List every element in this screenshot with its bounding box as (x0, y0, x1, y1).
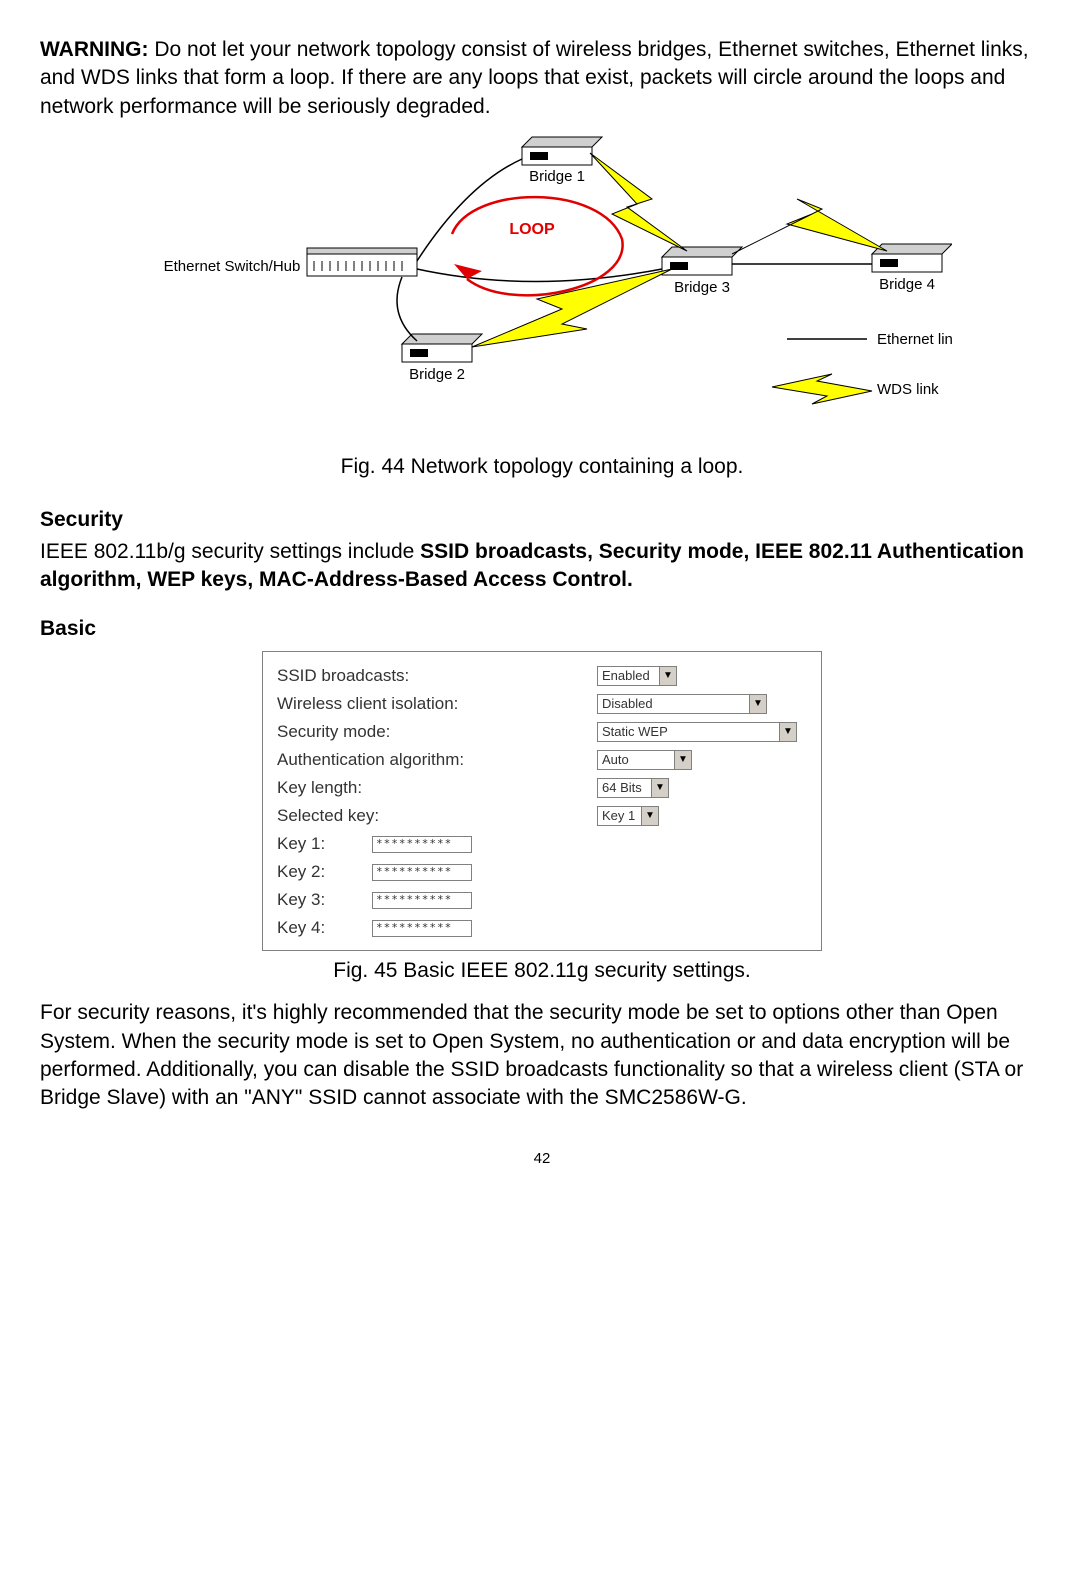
wireless-isolation-select[interactable]: Disabled ▼ (597, 694, 767, 714)
bridge-1-icon: Bridge 1 (522, 137, 602, 185)
ssid-broadcasts-select[interactable]: Enabled ▼ (597, 666, 677, 686)
basic-settings-form: SSID broadcasts: Enabled ▼ Wireless clie… (262, 651, 822, 951)
fig44-caption: Fig. 44 Network topology containing a lo… (40, 453, 1044, 481)
security-intro-a: IEEE 802.11b/g security settings include (40, 540, 420, 563)
closing-paragraph: For security reasons, it's highly recomm… (40, 999, 1044, 1112)
selected-key-select[interactable]: Key 1 ▼ (597, 806, 659, 826)
chevron-down-icon: ▼ (674, 751, 691, 769)
security-intro: IEEE 802.11b/g security settings include… (40, 538, 1044, 595)
ssid-broadcasts-label: SSID broadcasts: (277, 665, 437, 688)
bridge-3-label: Bridge 3 (674, 279, 730, 296)
basic-heading: Basic (40, 615, 1044, 643)
security-heading: Security (40, 506, 1044, 534)
key3-input[interactable]: ********** (372, 892, 472, 909)
key4-label: Key 4: (277, 917, 372, 940)
bridge-1-label: Bridge 1 (529, 168, 585, 185)
auth-algorithm-label: Authentication algorithm: (277, 749, 597, 772)
warning-text: Do not let your network topology consist… (40, 38, 1029, 118)
page-number: 42 (40, 1149, 1044, 1169)
chevron-down-icon: ▼ (641, 807, 658, 825)
fig45-caption: Fig. 45 Basic IEEE 802.11g security sett… (40, 957, 1044, 985)
bridge-2-icon: Bridge 2 (402, 334, 482, 383)
network-topology-diagram: Ethernet Switch/Hub Bridge 1 Bridge 3 Br… (132, 129, 952, 447)
chevron-down-icon: ▼ (651, 779, 668, 797)
key2-label: Key 2: (277, 861, 372, 884)
bridge-4-icon: Bridge 4 (872, 244, 952, 293)
security-mode-label: Security mode: (277, 721, 597, 744)
legend-ethernet-link: Ethernet link (877, 331, 952, 348)
key-length-label: Key length: (277, 777, 597, 800)
legend-wds-link: WDS link (877, 381, 939, 398)
bridge-4-label: Bridge 4 (879, 276, 935, 293)
loop-label: LOOP (509, 221, 555, 238)
key1-label: Key 1: (277, 833, 372, 856)
key4-input[interactable]: ********** (372, 920, 472, 937)
key2-input[interactable]: ********** (372, 864, 472, 881)
key1-input[interactable]: ********** (372, 836, 472, 853)
key3-label: Key 3: (277, 889, 372, 912)
chevron-down-icon: ▼ (659, 667, 676, 685)
loop-arrow-icon: LOOP (452, 197, 623, 295)
selected-key-label: Selected key: (277, 805, 597, 828)
wireless-isolation-label: Wireless client isolation: (277, 693, 597, 716)
chevron-down-icon: ▼ (749, 695, 766, 713)
chevron-down-icon: ▼ (779, 723, 796, 741)
bridge-3-icon: Bridge 3 (662, 247, 742, 296)
ethernet-switch-hub-label: Ethernet Switch/Hub (164, 258, 301, 275)
bridge-2-label: Bridge 2 (409, 366, 465, 383)
warning-label: WARNING: (40, 38, 149, 61)
warning-paragraph: WARNING: Do not let your network topolog… (40, 36, 1044, 121)
auth-algorithm-select[interactable]: Auto ▼ (597, 750, 692, 770)
security-mode-select[interactable]: Static WEP ▼ (597, 722, 797, 742)
key-length-select[interactable]: 64 Bits ▼ (597, 778, 669, 798)
